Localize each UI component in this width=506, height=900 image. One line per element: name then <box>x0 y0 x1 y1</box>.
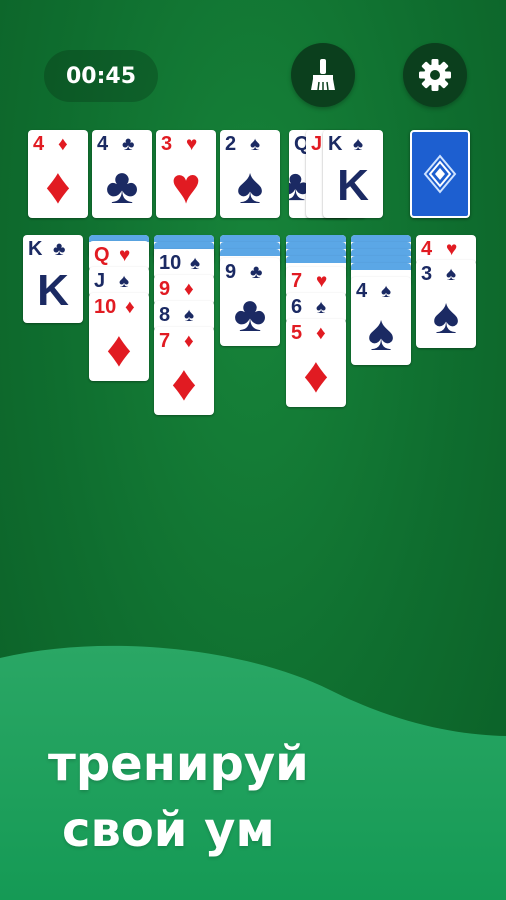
card-suit-small: ♥ <box>186 134 198 155</box>
card-suit-small: ♠ <box>119 271 130 292</box>
card-face-letter: K <box>337 161 369 210</box>
card-rank: 10 <box>94 296 117 318</box>
waste-top-card[interactable]: K ♠ K <box>323 130 383 218</box>
foundation-3-card[interactable]: 3 ♥ ♥ <box>156 130 216 218</box>
tableau-7-card[interactable]: 3 ♠ ♠ <box>416 260 476 348</box>
clean-up-button[interactable] <box>291 43 355 107</box>
card-rank: K <box>328 133 343 155</box>
card-rank: K <box>28 238 43 260</box>
card-back-diamond-icon <box>423 154 457 194</box>
card-rank: 5 <box>291 322 303 344</box>
tableau-3-card[interactable]: 7 ♦ ♦ <box>154 327 214 415</box>
card-rank: 4 <box>97 133 109 155</box>
tableau-4-card[interactable]: 9 ♣ ♣ <box>220 258 280 346</box>
card-suit-large: ♦ <box>106 321 132 377</box>
card-suit-small: ♦ <box>184 331 194 352</box>
tableau-2-card[interactable]: 10 ♦ ♦ <box>89 293 149 381</box>
card-suit-small: ♣ <box>53 239 66 260</box>
card-suit-small: ♥ <box>316 271 328 292</box>
card-rank: 9 <box>159 278 171 300</box>
card-suit-small: ♣ <box>250 262 263 283</box>
card-suit-large: ♠ <box>432 288 460 344</box>
gear-icon <box>419 59 451 91</box>
card-suit-large: ♦ <box>303 347 329 403</box>
card-suit-small: ♥ <box>446 239 458 260</box>
card-rank: 4 <box>356 280 368 302</box>
foundation-2-card[interactable]: 4 ♣ ♣ <box>92 130 152 218</box>
card-suit-small: ♣ <box>122 134 135 155</box>
settings-button[interactable] <box>403 43 467 107</box>
card-rank: 4 <box>421 238 433 260</box>
card-rank: 8 <box>159 304 171 326</box>
card-suit-large: ♣ <box>233 286 267 342</box>
tableau-6-card[interactable]: 4 ♠ ♠ <box>351 277 411 365</box>
card-suit-large: ♠ <box>367 305 395 361</box>
card-suit-small: ♦ <box>316 323 326 344</box>
slogan-line-2: свой ум <box>62 802 275 858</box>
foundation-4-card[interactable]: 2 ♠ ♠ <box>220 130 280 218</box>
card-suit-small: ♦ <box>184 279 194 300</box>
card-suit-small: ♠ <box>250 134 261 155</box>
stock-pile[interactable] <box>410 130 470 218</box>
card-suit-small: ♦ <box>58 134 68 155</box>
card-suit-small: ♥ <box>119 245 131 266</box>
tableau-5-card[interactable]: 5 ♦ ♦ <box>286 319 346 407</box>
card-suit-small: ♦ <box>125 297 135 318</box>
card-rank: J <box>311 133 323 155</box>
card-rank: 7 <box>159 330 171 352</box>
card-suit-small: ♠ <box>446 264 457 285</box>
tableau-1-card[interactable]: K ♣ K <box>23 235 83 323</box>
card-suit-small: ♠ <box>184 305 195 326</box>
card-rank: J <box>94 270 106 292</box>
card-suit-large: ♥ <box>171 158 201 214</box>
card-rank: 4 <box>33 133 45 155</box>
card-suit-large: ♠ <box>236 158 264 214</box>
broom-icon <box>311 59 335 91</box>
card-rank: 3 <box>421 263 433 285</box>
card-suit-small: ♠ <box>353 134 364 155</box>
card-rank: 6 <box>291 296 303 318</box>
card-suit-small: ♠ <box>316 297 327 318</box>
card-rank: Q <box>94 244 110 266</box>
card-face-letter: K <box>37 266 69 315</box>
card-rank: 3 <box>161 133 173 155</box>
card-rank: 7 <box>291 270 303 292</box>
timer-display: 00:45 <box>44 50 158 102</box>
card-rank: 10 <box>159 252 182 274</box>
card-suit-small: ♠ <box>190 253 201 274</box>
slogan-line-1: тренируй <box>48 736 309 792</box>
card-suit-large: ♣ <box>105 158 139 214</box>
card-suit-large: ♦ <box>171 355 197 411</box>
card-rank: 2 <box>225 133 237 155</box>
foundation-1-card[interactable]: 4 ♦ ♦ <box>28 130 88 218</box>
card-rank: 9 <box>225 261 237 283</box>
card-suit-small: ♠ <box>381 281 392 302</box>
card-suit-large: ♦ <box>45 158 71 214</box>
